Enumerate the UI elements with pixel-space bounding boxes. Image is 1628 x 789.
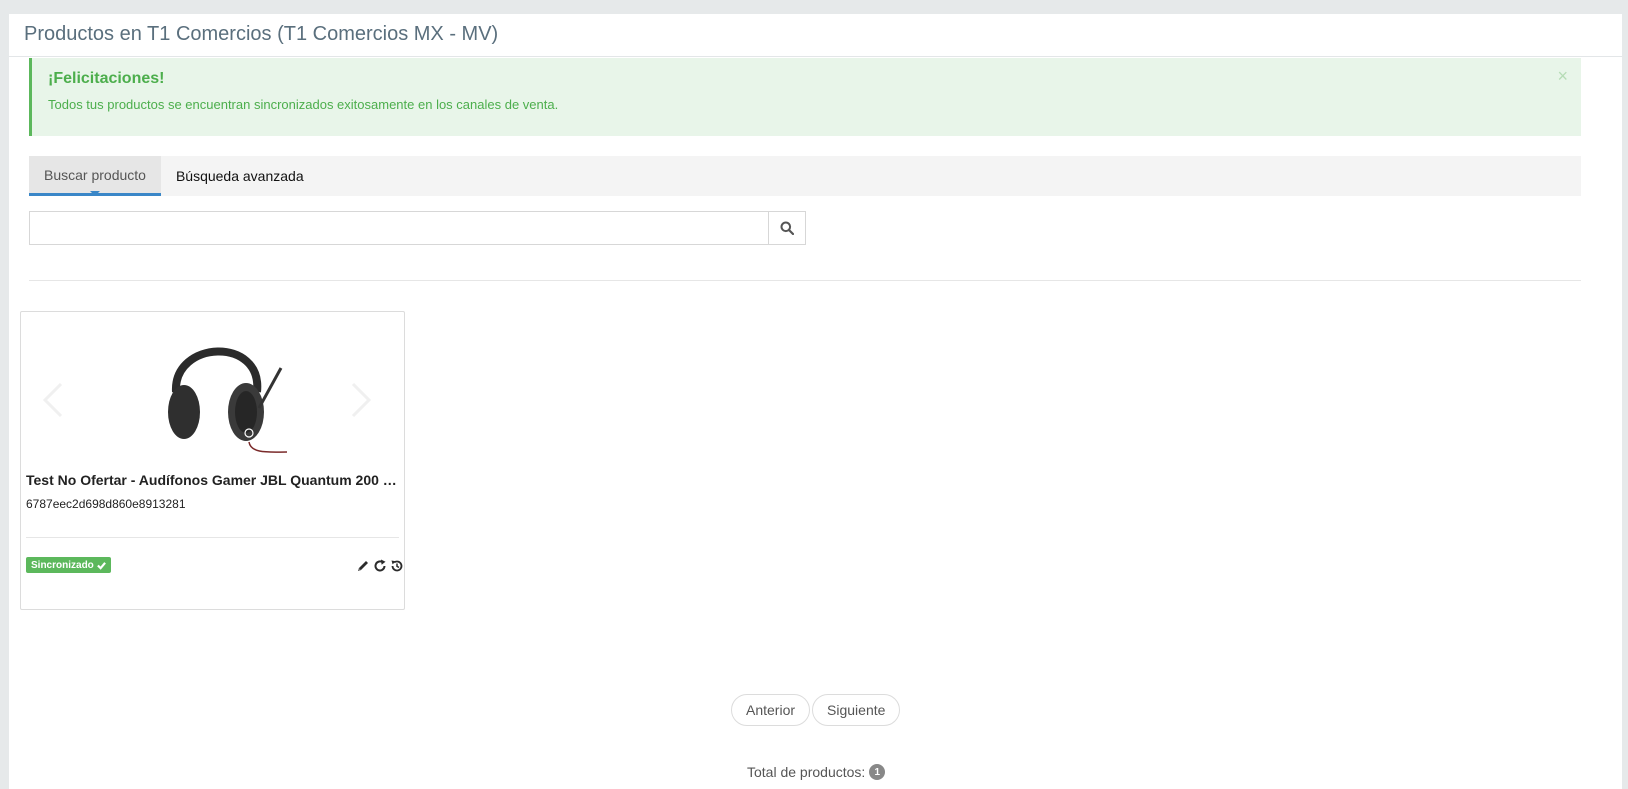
- pencil-icon[interactable]: [356, 559, 370, 573]
- search-icon: [780, 221, 794, 235]
- search-button[interactable]: [768, 211, 806, 245]
- card-actions: [356, 559, 404, 573]
- product-card[interactable]: Test No Ofertar - Audífonos Gamer JBL Qu…: [20, 311, 405, 610]
- status-label: Sincronizado: [31, 559, 94, 571]
- card-divider: [26, 537, 399, 538]
- close-icon[interactable]: ×: [1557, 67, 1568, 85]
- tab-buscar-producto[interactable]: Buscar producto: [29, 156, 161, 196]
- prev-page-button[interactable]: Anterior: [731, 694, 811, 726]
- product-name[interactable]: Test No Ofertar - Audífonos Gamer JBL Qu…: [26, 472, 398, 488]
- pagination: Anterior Siguiente: [731, 694, 901, 726]
- success-alert: ¡Felicitaciones! Todos tus productos se …: [29, 58, 1581, 136]
- section-divider: [29, 280, 1581, 281]
- refresh-icon[interactable]: [373, 559, 387, 573]
- next-page-button[interactable]: Siguiente: [812, 694, 901, 726]
- search-input[interactable]: [29, 211, 768, 245]
- chevron-left-icon[interactable]: [41, 380, 65, 420]
- product-id: 6787eec2d698d860e8913281: [26, 497, 186, 511]
- history-icon[interactable]: [390, 559, 404, 573]
- total-label: Total de productos:: [747, 764, 866, 780]
- page-title: Productos en T1 Comercios (T1 Comercios …: [24, 23, 499, 45]
- chevron-right-icon[interactable]: [349, 380, 373, 420]
- alert-message: Todos tus productos se encuentran sincro…: [48, 97, 559, 112]
- search-tabs: Buscar producto Búsqueda avanzada: [29, 156, 1581, 196]
- page-header: Productos en T1 Comercios (T1 Comercios …: [9, 14, 1622, 57]
- total-count-badge: 1: [869, 764, 886, 780]
- product-image: [168, 347, 288, 453]
- alert-title: ¡Felicitaciones!: [48, 70, 165, 87]
- check-icon: [96, 561, 106, 570]
- search-bar: [29, 211, 806, 245]
- total-products: Total de productos: 1: [747, 764, 886, 780]
- status-badge: Sincronizado: [26, 557, 111, 573]
- tab-busqueda-avanzada[interactable]: Búsqueda avanzada: [161, 156, 319, 196]
